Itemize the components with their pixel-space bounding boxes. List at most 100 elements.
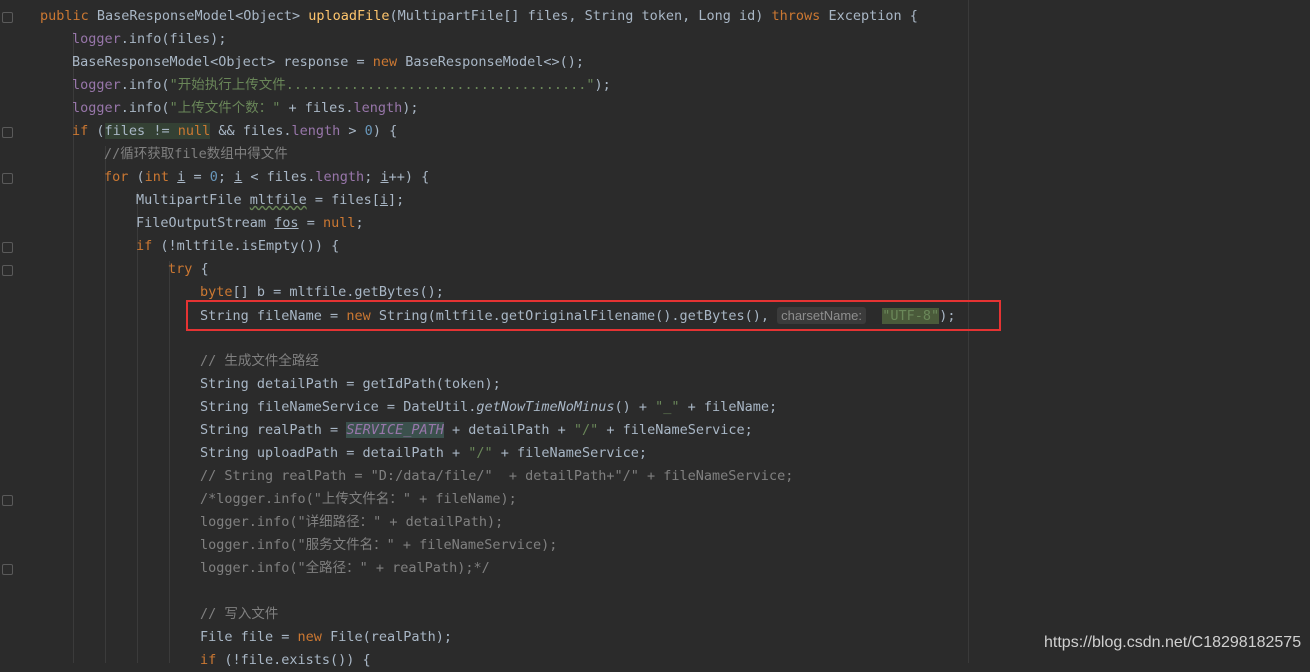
code-line-28[interactable]: File file = new File(realPath); [200, 626, 452, 649]
code-token: .info(files); [120, 31, 227, 47]
code-token: public [40, 8, 97, 24]
code-token: // 生成文件全路经 [200, 353, 319, 369]
code-line-19[interactable]: String realPath = SERVICE_PATH + detailP… [200, 419, 753, 442]
fold-marker-icon[interactable] [2, 173, 13, 184]
code-token: "_" [655, 399, 680, 415]
code-line-29[interactable]: if (!file.exists()) { [200, 649, 371, 672]
code-line-16[interactable]: // 生成文件全路经 [200, 350, 319, 373]
code-token: //循环获取file数组中得文件 [104, 146, 288, 162]
code-line-22[interactable]: /*logger.info("上传文件名：" + fileName); [200, 488, 517, 511]
code-token: logger.info("详细路径：" + detailPath); [200, 514, 504, 530]
code-token: int [144, 169, 178, 185]
code-token: Exception { [828, 8, 918, 24]
code-line-10[interactable]: FileOutputStream fos = null; [136, 212, 364, 235]
code-line-3[interactable]: BaseResponseModel<Object> response = new… [72, 51, 584, 74]
code-line-5[interactable]: logger.info("上传文件个数：" + files.length); [72, 97, 419, 120]
highlight-box [186, 300, 1001, 331]
code-token: BaseResponseModel<Object> response = [72, 54, 373, 70]
code-token: String realPath = [200, 422, 347, 438]
code-line-2[interactable]: logger.info(files); [72, 28, 226, 51]
code-token: length [353, 100, 403, 116]
code-line-23[interactable]: logger.info("详细路径：" + detailPath); [200, 511, 503, 534]
code-line-27[interactable]: // 写入文件 [200, 603, 278, 626]
code-line-21[interactable]: // String realPath = "D:/data/file/" + d… [200, 465, 793, 488]
code-token: new [297, 629, 331, 645]
code-token: String detailPath = getIdPath(token); [200, 376, 501, 392]
code-token: + files. [280, 100, 354, 116]
code-token: (!file.exists()) { [224, 652, 371, 668]
code-token: MultipartFile [136, 192, 250, 208]
code-token: "/" [573, 422, 599, 438]
code-token: .info( [120, 100, 170, 116]
fold-marker-icon[interactable] [2, 127, 13, 138]
code-token: String uploadPath = detailPath + [200, 445, 469, 461]
code-token: fos [274, 215, 299, 231]
code-token: uploadFile [308, 8, 390, 24]
code-line-6[interactable]: if (files != null && files.length > 0) { [72, 120, 397, 143]
fold-marker-icon[interactable] [2, 495, 13, 506]
indent-guide [169, 261, 170, 663]
code-token: length [291, 123, 341, 139]
code-token: null [322, 215, 356, 231]
fold-marker-icon[interactable] [2, 265, 13, 276]
code-token: "上传文件个数：" [169, 100, 281, 116]
fold-marker-icon[interactable] [2, 12, 13, 23]
code-token: // 写入文件 [200, 606, 279, 622]
right-margin-guide [968, 0, 969, 663]
code-line-4[interactable]: logger.info("开始执行上传文件...................… [72, 74, 611, 97]
code-token: + fileNameService; [598, 422, 753, 438]
code-line-9[interactable]: MultipartFile mltfile = files[i]; [136, 189, 404, 212]
code-token: if [200, 652, 225, 668]
code-token: logger [72, 100, 121, 116]
code-token: null [177, 123, 211, 139]
code-line-12[interactable]: try { [168, 258, 209, 281]
code-token: logger [72, 31, 121, 47]
code-line-24[interactable]: logger.info("服务文件名：" + fileNameService); [200, 534, 557, 557]
code-token: logger [72, 77, 121, 93]
code-token: + fileName; [679, 399, 778, 415]
code-token: i [380, 169, 389, 185]
fold-marker-icon[interactable] [2, 564, 13, 575]
code-token: ) { [372, 123, 398, 139]
code-line-20[interactable]: String uploadPath = detailPath + "/" + f… [200, 442, 647, 465]
code-line-18[interactable]: String fileNameService = DateUtil.getNow… [200, 396, 777, 419]
code-line-7[interactable]: //循环获取file数组中得文件 [104, 143, 288, 166]
code-token: byte [200, 284, 233, 300]
code-token: [] b = mltfile.getBytes(); [232, 284, 444, 300]
watermark: https://blog.csdn.net/C18298182575 [1044, 634, 1302, 651]
code-token: { [200, 261, 209, 277]
indent-guide [137, 192, 138, 663]
code-token: .info( [120, 77, 170, 93]
code-token: BaseResponseModel<>(); [405, 54, 585, 70]
code-token: ); [594, 77, 611, 93]
code-token: 0 [364, 123, 373, 139]
code-token: () + [614, 399, 656, 415]
code-token: try [168, 261, 201, 277]
code-line-8[interactable]: for (int i = 0; i < files.length; i++) { [104, 166, 429, 189]
code-token: logger.info("服务文件名：" + fileNameService); [200, 537, 558, 553]
code-token: = [185, 169, 210, 185]
code-token: files [104, 123, 154, 139]
code-line-11[interactable]: if (!mltfile.isEmpty()) { [136, 235, 339, 258]
code-token: > [340, 123, 365, 139]
fold-marker-icon[interactable] [2, 242, 13, 253]
code-token: + fileNameService; [492, 445, 648, 461]
code-token: throws [771, 8, 829, 24]
code-token: "/" [468, 445, 493, 461]
code-token: + detailPath + [443, 422, 574, 438]
code-token: ; [217, 169, 235, 185]
code-token: != [153, 123, 178, 139]
code-line-25[interactable]: logger.info("全路径：" + realPath);*/ [200, 557, 490, 580]
code-token: ]; [388, 192, 405, 208]
code-token: if [72, 123, 97, 139]
code-token: < files. [242, 169, 316, 185]
code-token: ( [136, 169, 145, 185]
code-line-17[interactable]: String detailPath = getIdPath(token); [200, 373, 501, 396]
code-token: String fileNameService = DateUtil. [200, 399, 477, 415]
code-line-1[interactable]: public BaseResponseModel<Object> uploadF… [40, 5, 918, 28]
code-token: && files. [210, 123, 292, 139]
code-token: ; [364, 169, 381, 185]
code-token: // String realPath = "D:/data/file/" + d… [200, 468, 794, 484]
code-token: ; [355, 215, 364, 231]
code-token: mltfile [249, 192, 307, 208]
